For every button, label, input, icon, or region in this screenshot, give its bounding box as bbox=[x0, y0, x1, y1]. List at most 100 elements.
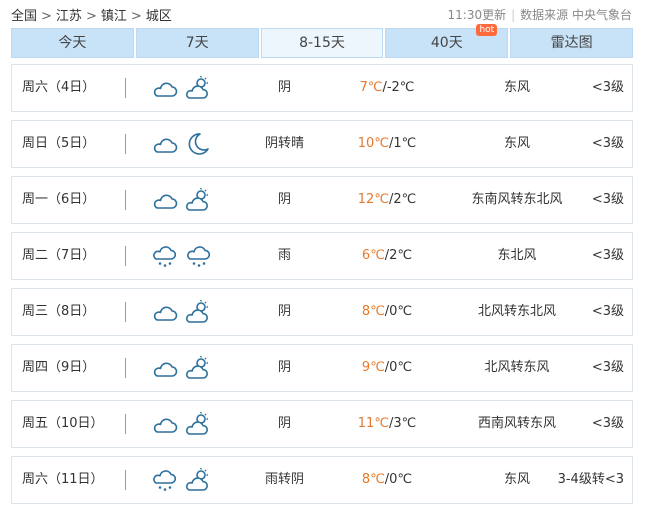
condition-text: 阴 bbox=[277, 80, 291, 95]
rain-cloud-icon bbox=[184, 243, 212, 269]
cloud-icon bbox=[150, 75, 178, 101]
cloud-icon bbox=[150, 187, 178, 213]
condition-text: 阴 bbox=[277, 192, 291, 207]
high-temp: 9℃ bbox=[361, 360, 385, 375]
cloudy-day-icon bbox=[184, 467, 212, 493]
tab-label: 雷达图 bbox=[550, 35, 593, 51]
low-temp: /1℃ bbox=[388, 136, 417, 151]
high-temp: 8℃ bbox=[361, 472, 385, 487]
weather-icons bbox=[150, 131, 212, 157]
weather-icons bbox=[150, 243, 212, 269]
hot-badge: hot bbox=[476, 24, 498, 36]
high-temp: 8℃ bbox=[361, 304, 385, 319]
weather-icons bbox=[150, 75, 212, 101]
temperature: 9℃/0℃ bbox=[342, 345, 432, 391]
tab-7-days[interactable]: 7天 bbox=[135, 28, 259, 58]
wind-level: <3级 bbox=[591, 192, 624, 207]
tab-label: 7天 bbox=[185, 35, 209, 51]
tab-today[interactable]: 今天 bbox=[11, 28, 134, 58]
wind-level: <3级 bbox=[591, 304, 624, 319]
wind-direction: 北风转东风 bbox=[484, 360, 550, 375]
high-temp: 12℃ bbox=[357, 192, 389, 207]
tab-40-days[interactable]: 40天 hot bbox=[385, 24, 509, 58]
cloudy-day-icon bbox=[184, 187, 212, 213]
divider bbox=[125, 134, 126, 154]
divider bbox=[125, 246, 126, 266]
rain-cloud-icon bbox=[150, 243, 178, 269]
cloud-icon bbox=[150, 131, 178, 157]
condition-text: 阴 bbox=[277, 304, 291, 319]
day-label: 周一（6日） bbox=[22, 192, 96, 207]
wind-level: <3级 bbox=[591, 136, 624, 151]
cloudy-day-icon bbox=[184, 75, 212, 101]
high-temp: 11℃ bbox=[357, 416, 389, 431]
forecast-row: 周二（7日） 雨 6℃/2℃ 东北风 <3级 bbox=[11, 232, 633, 280]
day-label: 周二（7日） bbox=[22, 248, 96, 263]
tab-radar[interactable]: 雷达图 bbox=[510, 28, 633, 58]
rain-cloud-icon bbox=[150, 467, 178, 493]
breadcrumb-separator: > bbox=[41, 9, 52, 24]
forecast-row: 周日（5日） 阴转晴 10℃/1℃ 东风 <3级 bbox=[11, 120, 633, 168]
day-label: 周五（10日） bbox=[22, 416, 104, 431]
forecast-row: 周六（11日） 雨转阴 8℃/0℃ 东风 3-4级转<3 bbox=[11, 456, 633, 504]
high-temp: 6℃ bbox=[361, 248, 385, 263]
update-time: 11:30更新 bbox=[447, 8, 507, 22]
temperature: 11℃/3℃ bbox=[342, 401, 432, 447]
meta-divider: | bbox=[511, 8, 516, 22]
forecast-row: 周五（10日） 阴 11℃/3℃ 西南风转东风 <3级 bbox=[11, 400, 633, 448]
breadcrumb-item-country[interactable]: 全国 bbox=[11, 9, 37, 24]
cloud-icon bbox=[150, 299, 178, 325]
cloudy-day-icon bbox=[184, 411, 212, 437]
forecast-row: 周六（4日） 阴 7℃/-2℃ 东风 <3级 bbox=[11, 64, 633, 112]
weather-icons bbox=[150, 467, 212, 493]
wind-direction: 东北风 bbox=[497, 248, 537, 263]
cloud-icon bbox=[150, 355, 178, 381]
breadcrumb-separator: > bbox=[130, 9, 142, 24]
divider bbox=[125, 470, 126, 490]
forecast-list: 周六（4日）阴 7℃/-2℃ 东风 <3级 周日（5日） 阴转晴 10℃/1℃ 东风 <3级 周一… bbox=[11, 64, 633, 512]
cloudy-day-icon bbox=[184, 355, 212, 381]
divider bbox=[125, 414, 126, 434]
breadcrumb-item-district: 城区 bbox=[145, 9, 172, 24]
temperature: 8℃/0℃ bbox=[342, 289, 432, 335]
wind-level: <3级 bbox=[591, 248, 624, 263]
low-temp: /2℃ bbox=[388, 192, 417, 207]
condition-text: 阴 bbox=[277, 416, 291, 431]
weather-icons bbox=[150, 355, 212, 381]
low-temp: /-2℃ bbox=[382, 80, 415, 95]
temperature: 8℃/0℃ bbox=[342, 457, 432, 503]
divider bbox=[125, 358, 126, 378]
condition-text: 阴 bbox=[277, 360, 291, 375]
low-temp: /0℃ bbox=[384, 304, 413, 319]
temperature: 10℃/1℃ bbox=[342, 121, 432, 167]
low-temp: /0℃ bbox=[384, 360, 413, 375]
forecast-tabs: 今天 7天 8-15天 40天 hot 雷达图 bbox=[11, 24, 633, 58]
condition-text: 阴转晴 bbox=[264, 136, 304, 151]
day-label: 周六（4日） bbox=[22, 80, 96, 95]
tab-label: 40天 bbox=[430, 35, 463, 51]
low-temp: /3℃ bbox=[388, 416, 417, 431]
wind-level: 3-4级转<3 bbox=[557, 472, 624, 487]
top-bar: 全国 > 江苏 > 镇江 > 城区 11:30更新 | 数据来源 中央气象台 bbox=[0, 0, 646, 28]
weather-icons bbox=[150, 299, 212, 325]
wind-direction: 西南风转东风 bbox=[477, 416, 556, 431]
day-label: 周三（8日） bbox=[22, 304, 96, 319]
high-temp: 7℃ bbox=[359, 80, 383, 95]
day-label: 周四（9日） bbox=[22, 360, 96, 375]
temperature: 7℃/-2℃ bbox=[342, 65, 432, 111]
breadcrumb-item-province[interactable]: 江苏 bbox=[56, 9, 82, 24]
temperature: 12℃/2℃ bbox=[342, 177, 432, 223]
breadcrumb-item-city[interactable]: 镇江 bbox=[101, 9, 127, 24]
wind-direction: 东风 bbox=[503, 80, 530, 95]
condition-text: 雨转阴 bbox=[264, 472, 304, 487]
temperature: 6℃/2℃ bbox=[342, 233, 432, 279]
low-temp: /2℃ bbox=[384, 248, 413, 263]
wind-direction: 北风转东北风 bbox=[477, 304, 556, 319]
data-source: 数据来源 中央气象台 bbox=[520, 8, 632, 22]
high-temp: 10℃ bbox=[357, 136, 389, 151]
cloudy-day-icon bbox=[184, 299, 212, 325]
divider bbox=[125, 190, 126, 210]
tab-8-15-days[interactable]: 8-15天 bbox=[260, 28, 384, 58]
tab-label: 8-15天 bbox=[299, 35, 345, 51]
breadcrumb-separator: > bbox=[85, 9, 97, 24]
